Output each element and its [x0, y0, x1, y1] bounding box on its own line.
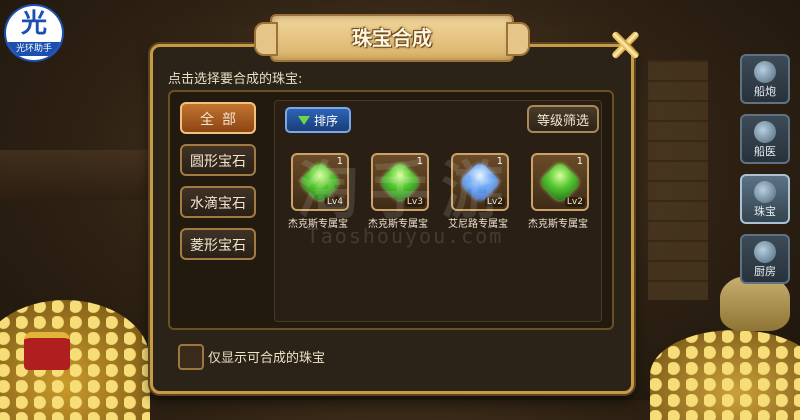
jewel-item[interactable]: 1 Lv3 杰克斯专属宝 — [367, 153, 429, 230]
jewel-level: Lv4 — [324, 197, 345, 207]
sort-button[interactable]: 排序 — [285, 107, 351, 133]
jewel-browser: 全部 圆形宝石 水滴宝石 菱形宝石 排序 等级筛选 1 Lv4 杰克斯专属宝 1 — [168, 90, 614, 330]
jewel-slot: 1 Lv2 — [451, 153, 509, 211]
jewel-slot: 1 Lv4 — [291, 153, 349, 211]
doctor-icon — [754, 121, 776, 143]
dialog-title-banner: 珠宝合成 — [254, 14, 530, 62]
jewel-level: Lv2 — [484, 197, 505, 207]
jewel-count: 1 — [576, 156, 583, 167]
jewel-level: Lv2 — [564, 197, 585, 207]
jewel-count: 1 — [416, 156, 423, 167]
side-tab-label: 船炮 — [754, 85, 776, 98]
jewel-item[interactable]: 1 Lv4 杰克斯专属宝 — [287, 153, 349, 230]
app-badge[interactable]: 光 光环助手 — [4, 4, 64, 62]
category-drop-button[interactable]: 水滴宝石 — [180, 186, 256, 218]
jewel-list-area: 排序 等级筛选 1 Lv4 杰克斯专属宝 1 Lv3 杰克斯专属宝 1 Lv2 … — [274, 100, 602, 322]
instruction-text: 点击选择要合成的珠宝: — [168, 72, 303, 87]
side-tab-bar: 船炮 船医 珠宝 厨房 — [738, 50, 792, 294]
app-badge-glyph: 光 — [20, 9, 47, 39]
jewel-count: 1 — [496, 156, 503, 167]
crown-icon — [24, 332, 70, 370]
side-tab-kitchen[interactable]: 厨房 — [740, 234, 790, 284]
jewel-icon — [754, 181, 776, 203]
jewel-name: 杰克斯专属宝 — [528, 219, 588, 230]
category-round-button[interactable]: 圆形宝石 — [180, 144, 256, 176]
category-all-button[interactable]: 全部 — [180, 102, 256, 134]
gold-pile-right — [650, 330, 800, 420]
sort-label: 排序 — [313, 113, 338, 128]
dialog-title: 珠宝合成 — [352, 26, 432, 50]
jewel-name: 杰克斯专属宝 — [368, 219, 428, 230]
side-tab-label: 珠宝 — [754, 205, 776, 218]
jewel-item[interactable]: 1 Lv2 杰克斯专属宝 — [527, 153, 589, 230]
app-badge-label: 光环助手 — [6, 42, 62, 56]
synthesizable-checkbox[interactable] — [178, 344, 204, 370]
jewel-item[interactable]: 1 Lv2 艾尼路专属宝 — [447, 153, 509, 230]
close-button[interactable] — [610, 30, 640, 60]
side-tab-label: 船医 — [754, 145, 776, 158]
down-arrow-icon — [297, 115, 310, 125]
jewel-name: 艾尼路专属宝 — [448, 219, 508, 230]
side-tab-label: 厨房 — [754, 265, 776, 278]
gold-pile-left — [0, 300, 150, 420]
category-list: 全部 圆形宝石 水滴宝石 菱形宝石 — [180, 102, 262, 270]
cannon-icon — [754, 61, 776, 83]
background-crates — [648, 60, 708, 300]
side-tab-doctor[interactable]: 船医 — [740, 114, 790, 164]
kitchen-icon — [754, 241, 776, 263]
side-tab-cannon[interactable]: 船炮 — [740, 54, 790, 104]
side-tab-jewel[interactable]: 珠宝 — [740, 174, 790, 224]
jewel-slot: 1 Lv3 — [371, 153, 429, 211]
jewel-level: Lv3 — [404, 197, 425, 207]
jewel-slot: 1 Lv2 — [531, 153, 589, 211]
background-shelf — [0, 150, 150, 200]
jewel-count: 1 — [336, 156, 343, 167]
synthesizable-label: 仅显示可合成的珠宝 — [208, 351, 326, 366]
level-filter-button[interactable]: 等级筛选 — [527, 105, 599, 133]
jewel-name: 杰克斯专属宝 — [288, 219, 348, 230]
category-diamond-button[interactable]: 菱形宝石 — [180, 228, 256, 260]
